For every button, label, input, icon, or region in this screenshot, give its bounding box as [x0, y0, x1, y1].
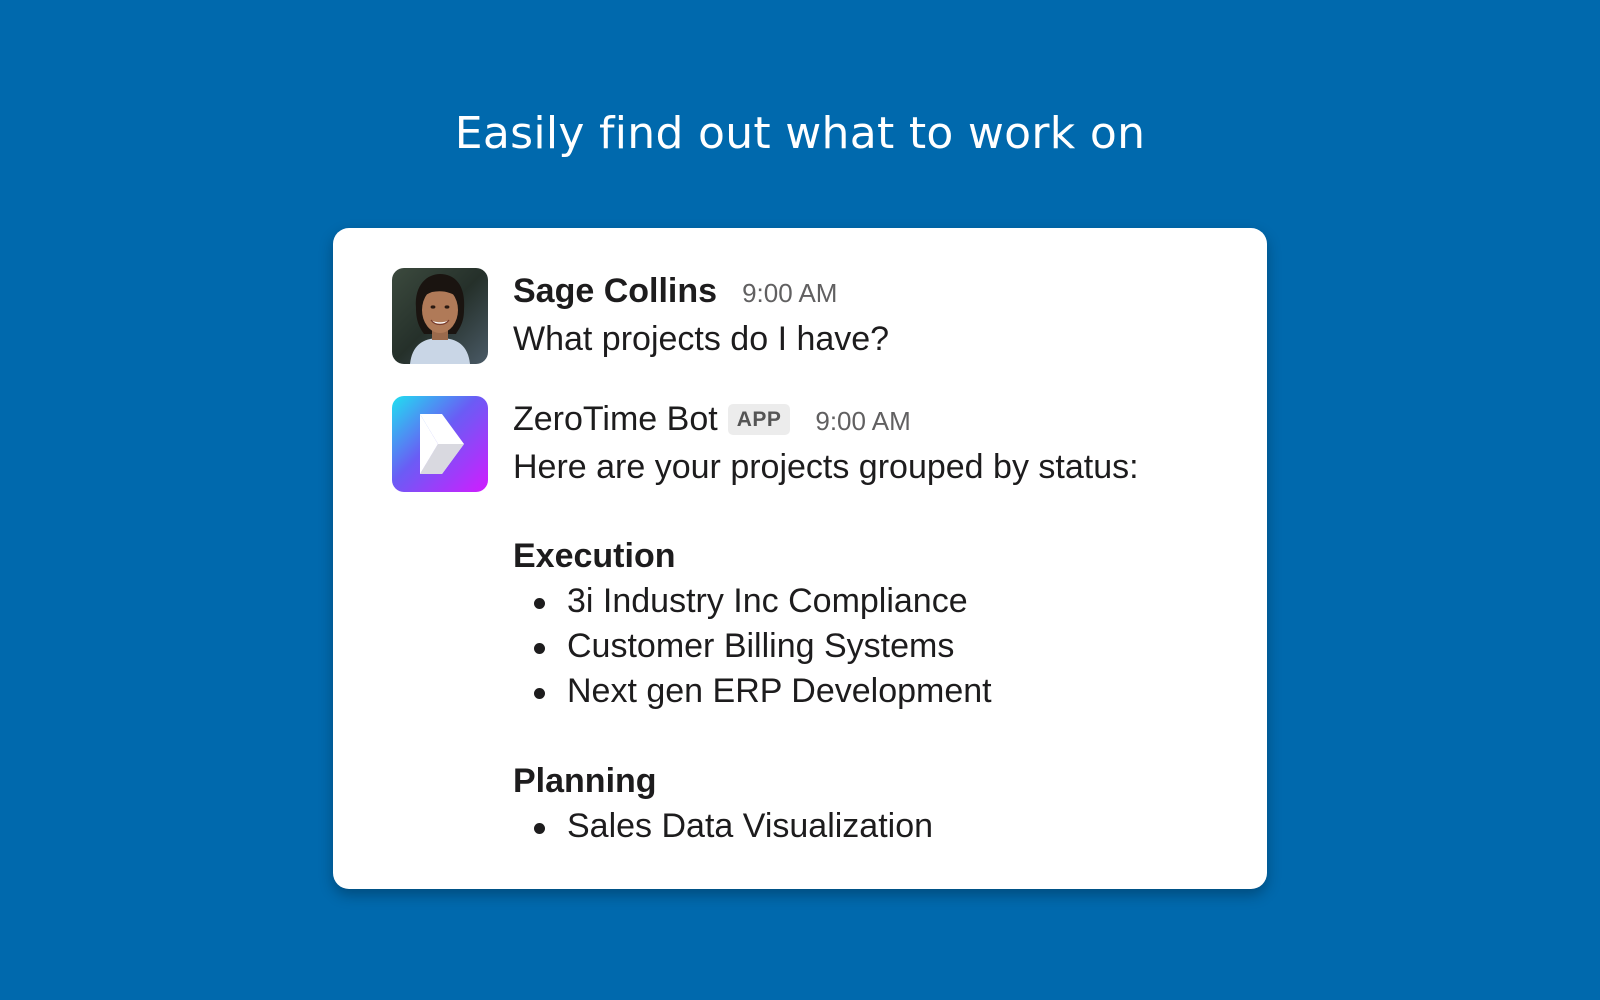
group-heading-execution: Execution — [513, 537, 676, 575]
project-name: Next gen ERP Development — [567, 672, 992, 710]
bullet-icon — [534, 688, 545, 699]
group-heading-planning: Planning — [513, 762, 657, 800]
project-name: 3i Industry Inc Compliance — [567, 582, 968, 620]
user-message: Sage Collins 9:00 AM What projects do I … — [513, 268, 889, 364]
message-header: ZeroTime Bot APP 9:00 AM — [513, 396, 1139, 442]
bullet-icon — [534, 823, 545, 834]
app-badge: APP — [727, 403, 791, 435]
bot-message: ZeroTime Bot APP 9:00 AM Here are your p… — [513, 396, 1139, 849]
zerotime-logo-icon — [392, 396, 488, 492]
project-item: Customer Billing Systems — [513, 624, 1139, 669]
message-text: What projects do I have? — [513, 320, 890, 358]
project-list-execution: 3i Industry Inc Compliance Customer Bill… — [513, 579, 1139, 714]
bot-avatar[interactable] — [392, 396, 488, 492]
chat-card: Sage Collins 9:00 AM What projects do I … — [333, 228, 1267, 889]
project-item: 3i Industry Inc Compliance — [513, 579, 1139, 624]
message-timestamp[interactable]: 9:00 AM — [815, 402, 910, 437]
user-avatar[interactable] — [392, 268, 488, 364]
user-photo — [392, 268, 488, 364]
sender-name[interactable]: Sage Collins — [513, 272, 717, 311]
bullet-icon — [534, 598, 545, 609]
message-timestamp[interactable]: 9:00 AM — [742, 274, 837, 309]
bullet-icon — [534, 643, 545, 654]
sender-name[interactable]: ZeroTime Bot — [513, 400, 718, 439]
project-item: Next gen ERP Development — [513, 669, 1139, 714]
project-name: Sales Data Visualization — [567, 807, 934, 845]
page-headline: Easily find out what to work on — [454, 108, 1146, 159]
project-name: Customer Billing Systems — [567, 627, 955, 665]
message-text: Here are your projects grouped by status… — [513, 448, 1139, 486]
message-header: Sage Collins 9:00 AM — [513, 268, 889, 314]
project-item: Sales Data Visualization — [513, 804, 1139, 849]
project-list-planning: Sales Data Visualization — [513, 804, 1139, 849]
